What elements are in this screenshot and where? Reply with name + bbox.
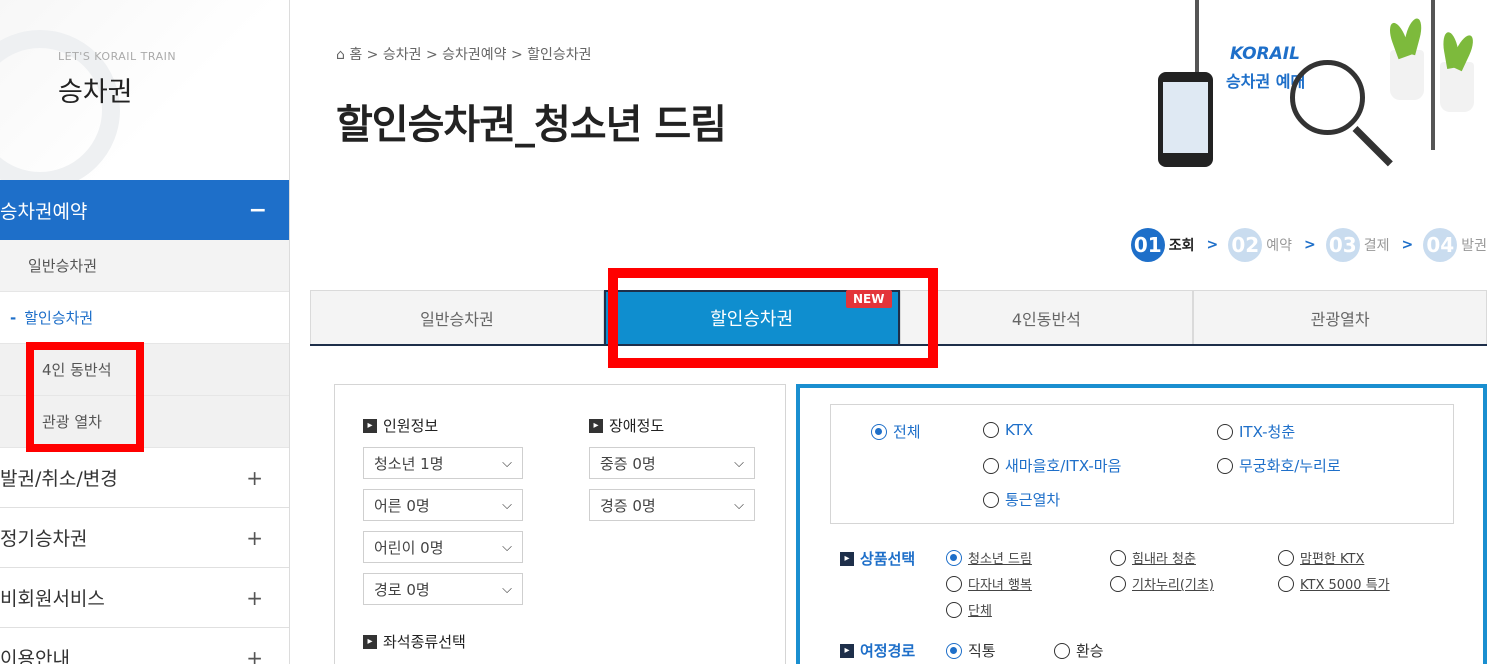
sidebar-item-label: 승차권예약 — [0, 200, 88, 223]
mild-disability-select[interactable]: 경증 0명 ⌵ — [589, 489, 755, 521]
phone-illustration — [1158, 72, 1213, 167]
step-label: 결제 — [1363, 238, 1390, 254]
senior-count-select[interactable]: 경로 0명 ⌵ — [363, 573, 523, 605]
sidebar: LET'S KORAIL TRAIN 승차권 승차권예약 − 일반승차권 - 할… — [0, 0, 290, 664]
square-arrow-icon: ▸ — [840, 643, 854, 658]
train-type-mugunghwa-radio[interactable]: 무궁화호/누리로 — [1217, 455, 1341, 476]
breadcrumb: ⌂ 홈 > 승차권 > 승차권예약 > 할인승차권 — [336, 47, 592, 63]
chevron-down-icon: ⌵ — [734, 497, 744, 513]
tab-tour-train[interactable]: 관광열차 — [1193, 290, 1487, 344]
route-transfer-radio[interactable]: 환승 — [1054, 640, 1104, 661]
korail-logo: KORAIL — [1230, 44, 1300, 64]
step-4: 04 발권 — [1423, 228, 1487, 262]
collapse-icon[interactable]: − — [249, 198, 267, 223]
sidebar-item-label: 정기승차권 — [0, 528, 88, 550]
search-options-panel: 전체 KTX ITX-청춘 새마을호/ITX-마음 무궁화호/누리로 통근열차 … — [796, 384, 1487, 664]
product-multichild-radio[interactable]: 다자녀 행복 — [946, 574, 1032, 593]
main-content: ⌂ 홈 > 승차권 > 승차권예약 > 할인승차권 할인승차권_청소년 드림 K… — [290, 0, 1487, 664]
step-label: 예약 — [1266, 238, 1292, 254]
chevron-down-icon: ⌵ — [502, 497, 512, 513]
chevron-right-icon: > — [1401, 237, 1414, 253]
square-arrow-icon: ▸ — [589, 418, 603, 433]
product-section-label: ▸ 상품선택 — [840, 548, 915, 569]
expand-icon[interactable]: + — [246, 526, 263, 550]
current-marker: - — [10, 308, 17, 327]
product-youth-dream-radio[interactable]: 청소년 드림 — [946, 548, 1032, 567]
step-2: 02 예약 > — [1228, 228, 1316, 262]
progress-steps: 01 조회 > 02 예약 > 03 결제 > 04 발권 — [1130, 228, 1487, 262]
step-number: 03 — [1325, 228, 1360, 262]
sidebar-header: LET'S KORAIL TRAIN 승차권 — [0, 0, 289, 180]
highlight-box-tab — [608, 268, 938, 368]
magnifier-icon — [1290, 60, 1365, 135]
step-number: 04 — [1423, 228, 1458, 262]
sidebar-item-season-ticket[interactable]: 정기승차권 + — [0, 508, 289, 568]
sidebar-subitem-discount[interactable]: - 할인승차권 — [0, 292, 289, 344]
train-type-ktx-radio[interactable]: KTX — [983, 421, 1033, 439]
train-type-box: 전체 KTX ITX-청춘 새마을호/ITX-마음 무궁화호/누리로 통근열차 — [830, 404, 1454, 524]
tab-general[interactable]: 일반승차권 — [310, 290, 604, 344]
train-type-commuter-radio[interactable]: 통근열차 — [983, 489, 1060, 510]
plant-icon — [1386, 16, 1425, 100]
route-direct-radio[interactable]: 직통 — [946, 640, 996, 661]
sidebar-item-nonmember[interactable]: 비회원서비스 + — [0, 568, 289, 628]
seat-type-section-label: ▸ 좌석종류선택 — [363, 631, 466, 652]
step-label: 발권 — [1461, 238, 1487, 254]
step-number: 02 — [1228, 228, 1263, 262]
passenger-section-label: ▸ 인원정보 — [363, 415, 438, 436]
square-arrow-icon: ▸ — [363, 418, 377, 433]
disability-section-label: ▸ 장애정도 — [589, 415, 664, 436]
passenger-panel: ▸ 인원정보 ▸ 장애정도 청소년 1명 ⌵ 어른 0명 ⌵ 어린이 0명 ⌵ 경로 … — [334, 384, 786, 664]
sidebar-subitem-general[interactable]: 일반승차권 — [0, 240, 289, 292]
expand-icon[interactable]: + — [246, 466, 263, 490]
plant-icon — [1440, 31, 1477, 112]
chevron-right-icon: > — [1206, 237, 1219, 253]
severe-disability-select[interactable]: 중증 0명 ⌵ — [589, 447, 755, 479]
sidebar-item-issue-cancel[interactable]: 발권/취소/변경 + — [0, 448, 289, 508]
train-type-saemaul-radio[interactable]: 새마을호/ITX-마음 — [983, 455, 1121, 476]
step-label: 조회 — [1168, 238, 1195, 254]
square-arrow-icon: ▸ — [840, 551, 854, 566]
chevron-down-icon: ⌵ — [502, 581, 512, 597]
train-type-itx-radio[interactable]: ITX-청춘 — [1217, 421, 1295, 442]
step-3: 03 결제 > — [1325, 228, 1414, 262]
chevron-right-icon: > — [1304, 237, 1316, 253]
chevron-down-icon: ⌵ — [502, 539, 512, 555]
youth-count-select[interactable]: 청소년 1명 ⌵ — [363, 447, 523, 479]
product-kicha-nuri-radio[interactable]: 기차누리(기초) — [1110, 574, 1214, 593]
square-arrow-icon: ▸ — [363, 634, 377, 649]
highlight-box-sidebar — [26, 342, 144, 452]
route-section-label: ▸ 여정경로 — [840, 640, 915, 661]
product-comfy-ktx-radio[interactable]: 맘편한 KTX — [1278, 548, 1364, 567]
child-count-select[interactable]: 어린이 0명 ⌵ — [363, 531, 523, 563]
tab-4person[interactable]: 4인동반석 — [899, 290, 1194, 344]
step-1: 01 조회 > — [1130, 228, 1219, 262]
product-cheer-youth-radio[interactable]: 힘내라 청춘 — [1110, 548, 1196, 567]
sidebar-title: 승차권 — [58, 77, 133, 108]
product-group-radio[interactable]: 단체 — [946, 600, 992, 619]
train-type-all-radio[interactable]: 전체 — [871, 421, 921, 442]
expand-icon[interactable]: + — [246, 586, 263, 610]
hero-banner: KORAIL 승차권 예매 — [1140, 0, 1487, 180]
product-ktx5000-radio[interactable]: KTX 5000 특가 — [1278, 574, 1390, 593]
sidebar-item-guide[interactable]: 이용안내 + — [0, 628, 289, 664]
step-number: 01 — [1130, 228, 1165, 262]
sidebar-item-label: 발권/취소/변경 — [0, 468, 118, 490]
sidebar-item-label: 비회원서비스 — [0, 588, 105, 610]
expand-icon[interactable]: + — [246, 646, 263, 664]
chevron-down-icon: ⌵ — [734, 455, 744, 471]
page-title: 할인승차권_청소년 드림 — [336, 102, 727, 148]
sidebar-subitem-label: 할인승차권 — [24, 309, 94, 327]
chevron-down-icon: ⌵ — [502, 455, 512, 471]
sidebar-item-label: 이용안내 — [0, 648, 70, 664]
sidebar-eyebrow: LET'S KORAIL TRAIN — [58, 50, 177, 63]
adult-count-select[interactable]: 어른 0명 ⌵ — [363, 489, 523, 521]
sidebar-item-ticket-reservation[interactable]: 승차권예약 − — [0, 180, 289, 240]
